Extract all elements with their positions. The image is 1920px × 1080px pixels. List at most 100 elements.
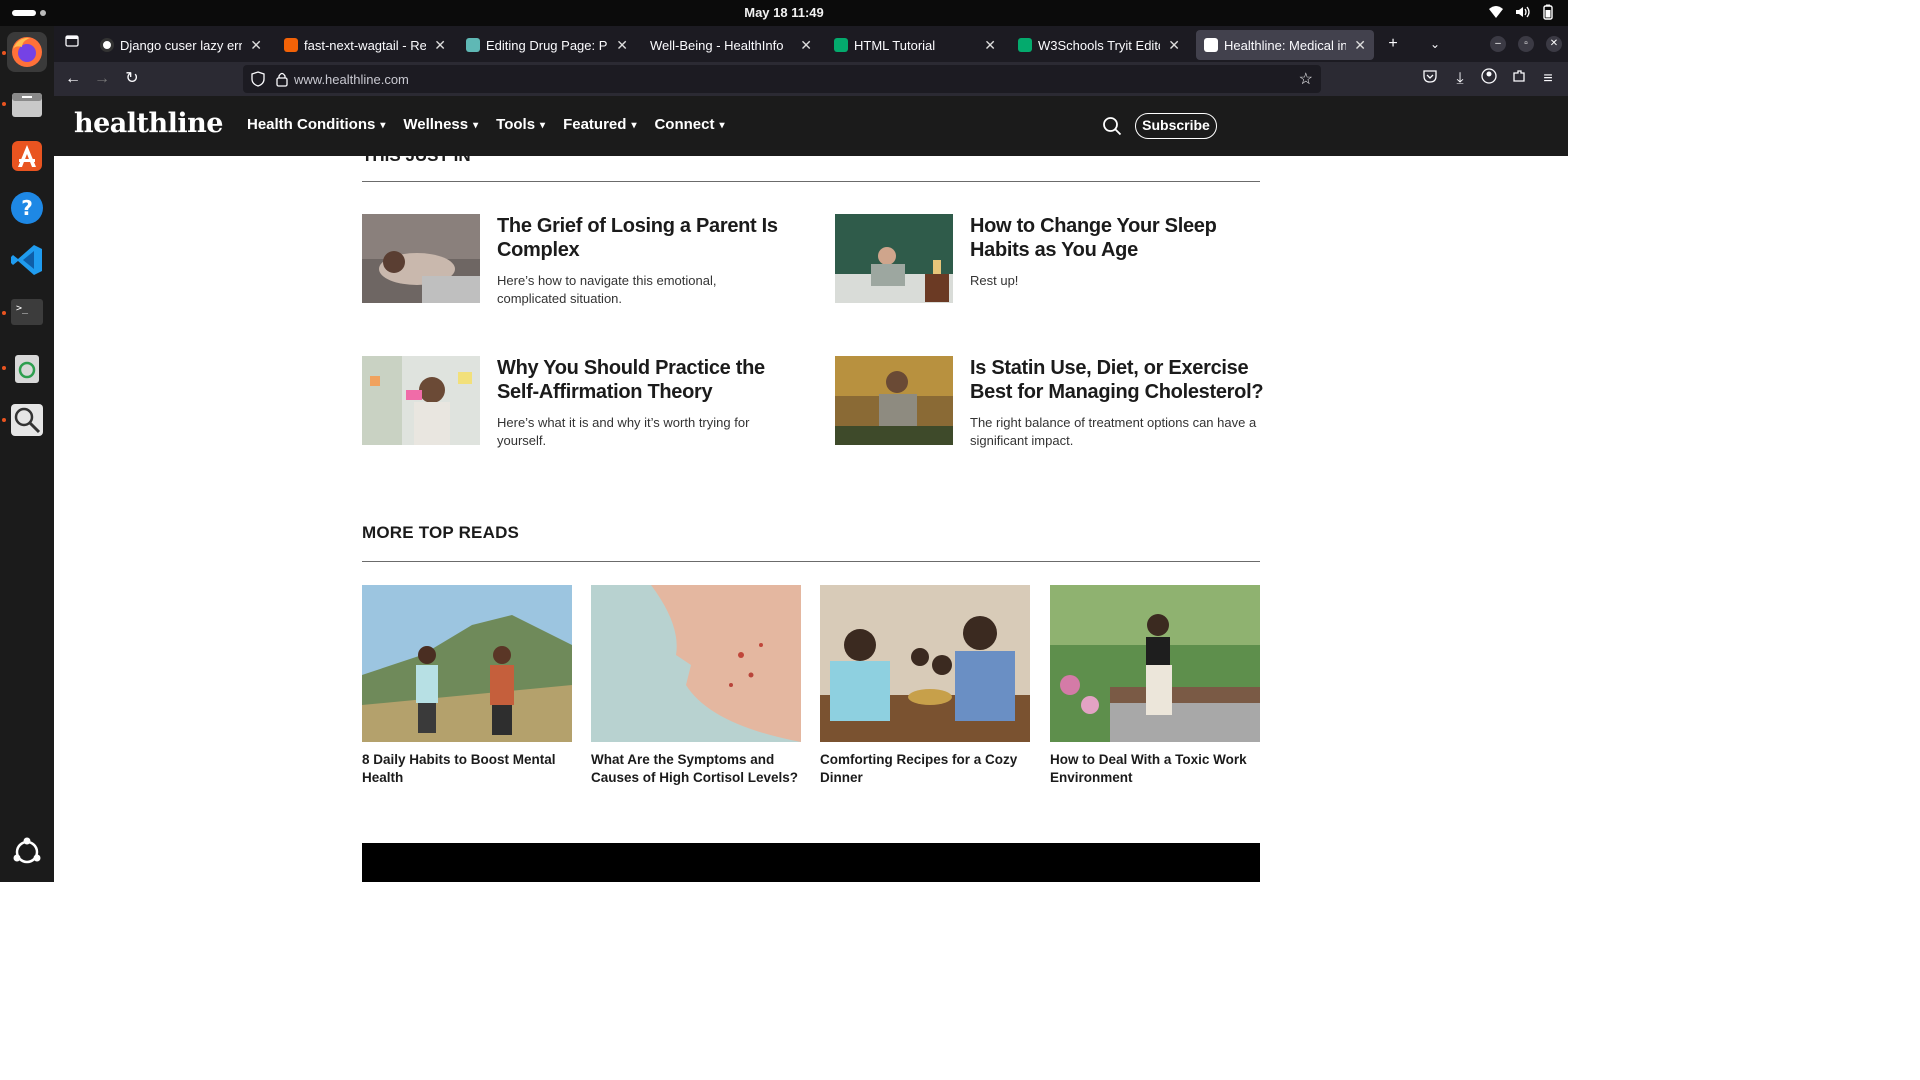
top-read-card[interactable]: 8 Daily Habits to Boost Mental Health xyxy=(362,585,572,787)
article-title[interactable]: How to Change Your Sleep Habits as You A… xyxy=(970,214,1265,262)
article-thumbnail[interactable] xyxy=(362,214,480,303)
article-description: The right balance of treatment options c… xyxy=(970,415,1257,448)
w3schools-icon xyxy=(834,38,848,52)
card-image[interactable] xyxy=(591,585,801,742)
ubuntu-icon[interactable] xyxy=(7,832,47,872)
tab-html-tutorial[interactable]: HTML Tutorial ✕ xyxy=(826,30,1004,60)
browser-nav-bar: ← → ↻ www.healthline.com ☆ ⤓ ≡ xyxy=(54,62,1568,96)
tab-editing-drug-page[interactable]: Editing Drug Page: Pancre ✕ xyxy=(458,30,636,60)
tab-w3schools-tryit[interactable]: W3Schools Tryit Editor ✕ xyxy=(1010,30,1188,60)
search-app-icon[interactable] xyxy=(7,400,47,440)
menu-connect[interactable]: Connect ▾ xyxy=(654,116,724,133)
subscribe-button[interactable]: Subscribe xyxy=(1135,113,1217,139)
new-tab-icon[interactable]: + xyxy=(1383,34,1403,54)
close-icon[interactable]: ✕ xyxy=(434,37,446,54)
trash-icon[interactable] xyxy=(7,348,47,388)
promo-banner xyxy=(362,843,1260,882)
downloads-icon[interactable]: ⤓ xyxy=(1449,68,1471,90)
healthline-logo[interactable]: healthline xyxy=(74,108,223,139)
pocket-icon[interactable] xyxy=(1419,68,1441,90)
ubuntu-dock: ? >_ xyxy=(0,26,54,882)
close-window-icon[interactable]: ✕ xyxy=(1546,36,1562,52)
system-top-bar: May 18 11:49 xyxy=(0,0,1568,26)
running-indicator xyxy=(2,311,6,315)
w3schools-icon xyxy=(1018,38,1032,52)
article-card[interactable]: Why You Should Practice the Self-Affirma… xyxy=(362,356,792,456)
terminal-icon[interactable]: >_ xyxy=(7,292,47,332)
reload-icon[interactable]: ↻ xyxy=(121,68,143,90)
card-title[interactable]: What Are the Symptoms and Causes of High… xyxy=(591,751,801,787)
card-title[interactable]: How to Deal With a Toxic Work Environmen… xyxy=(1050,751,1260,787)
tab-healthline[interactable]: Healthline: Medical inform ✕ xyxy=(1196,30,1374,60)
card-title[interactable]: Comforting Recipes for a Cozy Dinner xyxy=(820,751,1030,787)
firefox-view-icon[interactable] xyxy=(62,34,82,54)
top-read-card[interactable]: How to Deal With a Toxic Work Environmen… xyxy=(1050,585,1260,787)
article-thumbnail[interactable] xyxy=(362,356,480,445)
back-icon[interactable]: ← xyxy=(62,68,84,90)
menu-tools[interactable]: Tools ▾ xyxy=(496,116,545,133)
article-title[interactable]: Is Statin Use, Diet, or Exercise Best fo… xyxy=(970,356,1265,404)
system-tray[interactable] xyxy=(1488,4,1556,20)
system-clock[interactable]: May 18 11:49 xyxy=(0,5,1568,20)
menu-health-conditions[interactable]: Health Conditions ▾ xyxy=(247,116,385,133)
restore-icon[interactable]: ▫ xyxy=(1518,36,1534,52)
card-image[interactable] xyxy=(1050,585,1260,742)
article-card[interactable]: Is Statin Use, Diet, or Exercise Best fo… xyxy=(835,356,1265,456)
lock-icon[interactable] xyxy=(275,71,289,87)
bookmark-star-icon[interactable]: ☆ xyxy=(1299,69,1313,89)
files-icon[interactable] xyxy=(7,84,47,124)
top-read-card[interactable]: Comforting Recipes for a Cozy Dinner xyxy=(820,585,1030,787)
close-icon[interactable]: ✕ xyxy=(616,37,628,54)
app-center-icon[interactable] xyxy=(7,136,47,176)
minimize-icon[interactable]: – xyxy=(1490,36,1506,52)
github-icon xyxy=(100,38,114,52)
wagtail-icon xyxy=(466,38,480,52)
article-thumbnail[interactable] xyxy=(835,356,953,445)
card-image[interactable] xyxy=(362,585,572,742)
close-icon[interactable]: ✕ xyxy=(800,37,812,54)
svg-text:>_: >_ xyxy=(16,303,29,314)
article-card[interactable]: How to Change Your Sleep Habits as You A… xyxy=(835,214,1265,314)
address-bar[interactable]: www.healthline.com ☆ xyxy=(243,65,1321,93)
tracking-protection-icon[interactable] xyxy=(251,71,265,87)
article-thumbnail[interactable] xyxy=(835,214,953,303)
close-icon[interactable]: ✕ xyxy=(1354,37,1366,54)
tab-well-being[interactable]: Well-Being - HealthInfo ✕ xyxy=(642,30,820,60)
chevron-down-icon: ▾ xyxy=(540,120,546,131)
help-icon[interactable]: ? xyxy=(7,188,47,228)
vscode-icon[interactable] xyxy=(7,240,47,280)
list-all-tabs-icon[interactable]: ⌄ xyxy=(1425,34,1445,54)
account-icon[interactable] xyxy=(1478,68,1500,90)
menu-featured[interactable]: Featured ▾ xyxy=(563,116,636,133)
main-menu: Health Conditions ▾ Wellness ▾ Tools ▾ Feat… xyxy=(247,116,743,133)
tab-django[interactable]: Django cuser lazy error ✕ xyxy=(92,30,270,60)
browser-tab-bar: Django cuser lazy error ✕ fast-next-wagt… xyxy=(54,26,1568,62)
article-description: Here’s what it is and why it’s worth try… xyxy=(497,415,750,448)
forward-icon[interactable]: → xyxy=(91,68,113,90)
site-header: healthline Health Conditions ▾ Wellness ▾ … xyxy=(54,96,1568,156)
chevron-down-icon: ▾ xyxy=(380,120,386,131)
chevron-down-icon: ▾ xyxy=(719,120,725,131)
card-title[interactable]: 8 Daily Habits to Boost Mental Health xyxy=(362,751,572,787)
menu-wellness[interactable]: Wellness ▾ xyxy=(403,116,478,133)
url-text: www.healthline.com xyxy=(294,72,409,87)
article-title[interactable]: The Grief of Losing a Parent Is Complex xyxy=(497,214,792,262)
tab-replit[interactable]: fast-next-wagtail - Replit ✕ xyxy=(276,30,454,60)
close-icon[interactable]: ✕ xyxy=(250,37,262,54)
this-just-in-heading: THIS JUST IN xyxy=(362,156,471,166)
firefox-icon[interactable] xyxy=(7,32,47,72)
running-indicator xyxy=(2,366,6,370)
card-image[interactable] xyxy=(820,585,1030,742)
close-icon[interactable]: ✕ xyxy=(1168,37,1180,54)
close-icon[interactable]: ✕ xyxy=(984,37,996,54)
running-indicator xyxy=(2,418,6,422)
article-description: Here’s how to navigate this emotional, c… xyxy=(497,273,717,306)
menu-icon[interactable]: ≡ xyxy=(1537,68,1559,90)
top-read-card[interactable]: What Are the Symptoms and Causes of High… xyxy=(591,585,801,787)
article-title[interactable]: Why You Should Practice the Self-Affirma… xyxy=(497,356,792,404)
search-icon[interactable] xyxy=(1102,116,1122,136)
running-indicator xyxy=(2,51,6,55)
running-indicator xyxy=(2,102,6,106)
article-card[interactable]: The Grief of Losing a Parent Is Complex … xyxy=(362,214,792,314)
extensions-icon[interactable] xyxy=(1508,68,1530,90)
